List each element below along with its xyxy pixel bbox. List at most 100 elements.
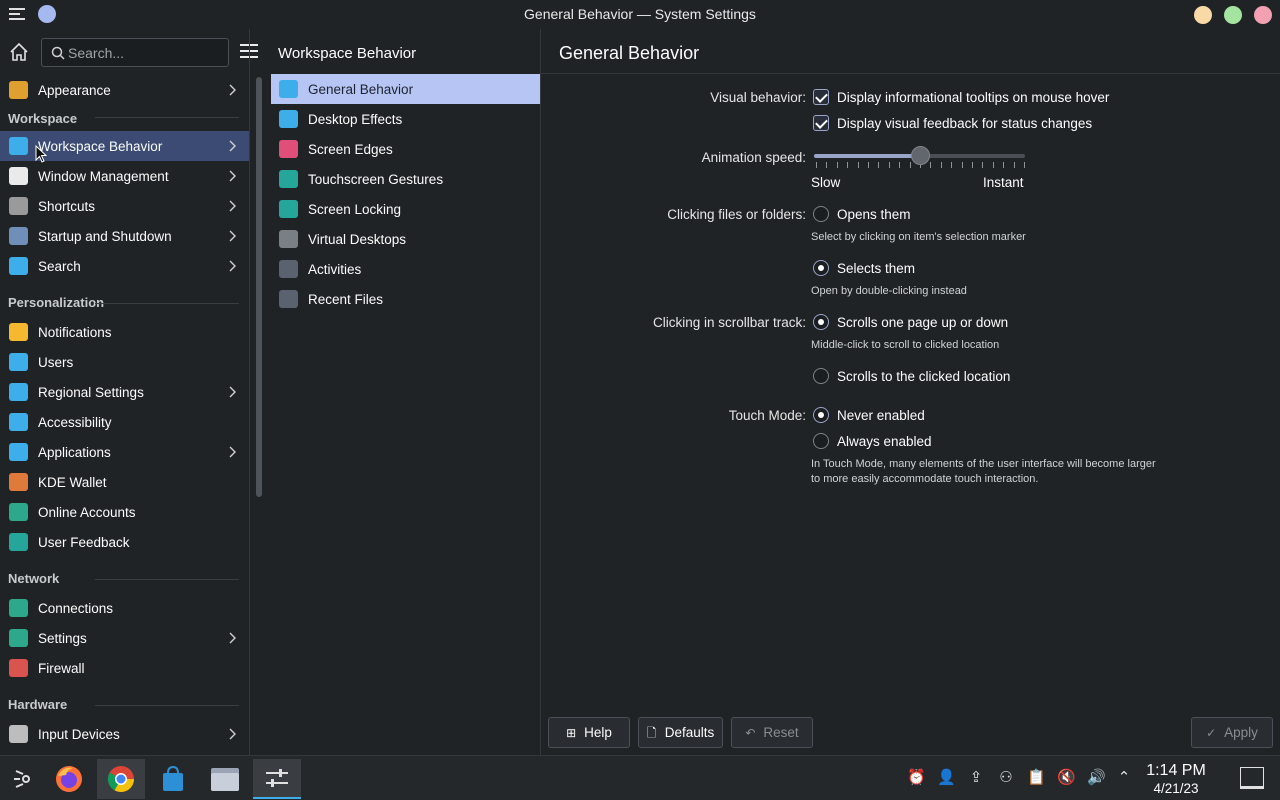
animation-speed-handle[interactable]: [910, 146, 930, 165]
always-enabled-radio[interactable]: [813, 433, 829, 449]
sidebar-item-label: Window Management: [38, 168, 169, 184]
sidebar-section-heading: Hardware: [0, 683, 249, 719]
sidebar-item-label: Accessibility: [38, 414, 112, 430]
microphone-muted-icon[interactable]: 🔇: [1057, 769, 1076, 787]
subcategory-item-touchscreen-gestures[interactable]: Touchscreen Gestures: [271, 164, 540, 194]
subcategory-item-screen-locking[interactable]: Screen Locking: [271, 194, 540, 224]
sidebar-section-heading: Personalization: [0, 281, 249, 317]
chevron-right-icon[interactable]: [228, 632, 237, 644]
touch-mode-hint: In Touch Mode, many elements of the user…: [811, 458, 1156, 485]
sidebar-item-settings[interactable]: Settings: [0, 623, 249, 653]
always-enabled-label[interactable]: Always enabled: [837, 434, 932, 449]
discover-store-icon[interactable]: [150, 759, 196, 799]
scroll-page-label[interactable]: Scrolls one page up or down: [837, 315, 1008, 330]
reset-button[interactable]: ↶ Reset: [731, 717, 813, 748]
show-desktop-icon[interactable]: [1240, 767, 1264, 789]
chevron-right-icon[interactable]: [228, 200, 237, 212]
chevron-right-icon[interactable]: [228, 170, 237, 182]
slider-tick: [930, 162, 932, 168]
clock-time: 1:14 PM: [1146, 762, 1206, 779]
chevron-right-icon[interactable]: [228, 728, 237, 740]
alarm-icon[interactable]: ⏰: [907, 769, 926, 787]
slider-tick: [826, 162, 828, 168]
sidebar-item-startup-and-shutdown[interactable]: Startup and Shutdown: [0, 221, 249, 251]
sidebar-item-appearance[interactable]: Appearance: [0, 75, 249, 105]
applications-icon: [9, 443, 28, 461]
subcategory-item-label: Desktop Effects: [308, 111, 403, 127]
undo-icon: ↶: [745, 725, 756, 740]
defaults-button[interactable]: 🗋 Defaults: [638, 717, 723, 748]
sidebar-item-user-feedback[interactable]: User Feedback: [0, 527, 249, 557]
scroll-clicked-label[interactable]: Scrolls to the clicked location: [837, 369, 1010, 384]
firefox-icon[interactable]: [46, 759, 92, 799]
maximize-button[interactable]: [1224, 6, 1242, 24]
selects-them-radio[interactable]: [813, 260, 829, 276]
application-launcher-icon[interactable]: [0, 759, 46, 799]
sidebar-item-notifications[interactable]: Notifications: [0, 317, 249, 347]
clock-date: 4/21/23: [1153, 781, 1199, 796]
settings-content: General Behavior Visual behavior: Displa…: [541, 29, 1280, 755]
subcategory-item-label: Virtual Desktops: [308, 231, 407, 247]
chevron-right-icon[interactable]: [228, 260, 237, 272]
user-icon[interactable]: 👤: [937, 769, 956, 787]
chevron-up-icon[interactable]: ⌃: [1115, 769, 1133, 787]
opens-them-radio[interactable]: [813, 206, 829, 222]
chevron-right-icon[interactable]: [228, 230, 237, 242]
close-button[interactable]: [1254, 6, 1272, 24]
file-manager-icon[interactable]: [202, 759, 248, 799]
minimize-button[interactable]: [1194, 6, 1212, 24]
status-feedback-checkbox[interactable]: [813, 115, 829, 131]
sidebar-item-shortcuts[interactable]: Shortcuts: [0, 191, 249, 221]
scroll-clicked-radio[interactable]: [813, 368, 829, 384]
sidebar-scrollbar[interactable]: [256, 77, 262, 497]
sidebar-item-accessibility[interactable]: Accessibility: [0, 407, 249, 437]
tooltips-checkbox[interactable]: [813, 89, 829, 105]
sidebar-item-label: Online Accounts: [38, 504, 136, 520]
sidebar-item-search[interactable]: Search: [0, 251, 249, 281]
subcategory-item-activities[interactable]: Activities: [271, 254, 540, 284]
subcategory-item-screen-edges[interactable]: Screen Edges: [271, 134, 540, 164]
sidebar-item-online-accounts[interactable]: Online Accounts: [0, 497, 249, 527]
updates-icon[interactable]: ⇪: [967, 769, 985, 787]
search-input[interactable]: [68, 39, 226, 66]
subcategory-item-desktop-effects[interactable]: Desktop Effects: [271, 104, 540, 134]
sidebar-item-regional-settings[interactable]: Regional Settings: [0, 377, 249, 407]
sidebar-item-input-devices[interactable]: Input Devices: [0, 719, 249, 749]
chevron-right-icon[interactable]: [228, 84, 237, 96]
never-enabled-radio[interactable]: [813, 407, 829, 423]
search-field[interactable]: [41, 38, 229, 67]
never-enabled-label[interactable]: Never enabled: [837, 408, 925, 423]
subcategory-item-label: Screen Locking: [308, 201, 402, 217]
opens-them-label[interactable]: Opens them: [837, 207, 911, 222]
sidebar-item-firewall[interactable]: Firewall: [0, 653, 249, 683]
subcategory-item-recent-files[interactable]: Recent Files: [271, 284, 540, 314]
sidebar-item-kde-wallet[interactable]: KDE Wallet: [0, 467, 249, 497]
tooltips-option-label[interactable]: Display informational tooltips on mouse …: [837, 90, 1109, 105]
sidebar-item-window-management[interactable]: Window Management: [0, 161, 249, 191]
chevron-right-icon[interactable]: [228, 446, 237, 458]
status-feedback-option-label[interactable]: Display visual feedback for status chang…: [837, 116, 1092, 131]
chevron-right-icon[interactable]: [228, 140, 237, 152]
sidebar-item-label: Appearance: [38, 82, 111, 98]
clock[interactable]: 1:14 PM 4/21/23: [1136, 762, 1216, 796]
sidebar-item-connections[interactable]: Connections: [0, 593, 249, 623]
clipboard-icon[interactable]: 📋: [1027, 769, 1046, 787]
home-icon[interactable]: [8, 41, 30, 63]
subcategory-item-general-behavior[interactable]: General Behavior: [271, 74, 540, 104]
system-settings-task-icon[interactable]: [253, 759, 301, 799]
subcategory-item-virtual-desktops[interactable]: Virtual Desktops: [271, 224, 540, 254]
recent-files-icon: [279, 290, 298, 308]
sidebar-item-label: Workspace Behavior: [38, 138, 163, 154]
chrome-icon[interactable]: [97, 759, 145, 799]
chevron-right-icon[interactable]: [228, 386, 237, 398]
title-bar: General Behavior — System Settings: [0, 0, 1280, 29]
sidebar-item-users[interactable]: Users: [0, 347, 249, 377]
help-button[interactable]: ⊞ Help: [548, 717, 630, 748]
slider-tick: [847, 162, 849, 168]
scroll-page-radio[interactable]: [813, 314, 829, 330]
selects-them-label[interactable]: Selects them: [837, 261, 915, 276]
network-icon[interactable]: ⚇: [997, 769, 1015, 787]
sidebar-item-applications[interactable]: Applications: [0, 437, 249, 467]
volume-icon[interactable]: 🔊: [1087, 769, 1106, 787]
apply-button[interactable]: ✓ Apply: [1191, 717, 1273, 748]
